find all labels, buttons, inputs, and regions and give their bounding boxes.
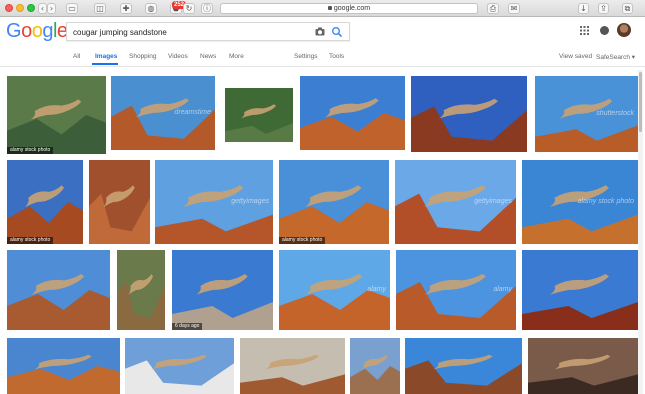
image-thumbnail xyxy=(7,99,106,154)
scrollbar-thumb[interactable] xyxy=(639,72,642,132)
image-result[interactable] xyxy=(411,76,527,152)
watermark-text: gettyimages xyxy=(474,197,512,205)
tab-images[interactable]: Images xyxy=(95,53,117,60)
logo-letter: G xyxy=(6,20,22,42)
image-thumbnail xyxy=(125,354,234,394)
image-thumbnail xyxy=(528,354,638,394)
info-icon[interactable]: ⓘ xyxy=(201,3,213,14)
sidebar-icon[interactable]: ▭ xyxy=(66,3,78,14)
image-result[interactable] xyxy=(522,250,638,330)
image-thumbnail xyxy=(350,354,400,394)
image-result[interactable]: gettyimages xyxy=(395,160,516,244)
fullscreen-window-button[interactable] xyxy=(27,4,35,12)
forward-button[interactable]: › xyxy=(47,3,56,14)
divider xyxy=(0,66,645,67)
image-thumbnail xyxy=(7,185,83,244)
watermark-text: alamy xyxy=(493,286,512,293)
image-thumbnail xyxy=(411,98,527,152)
watermark-text: gettyimages xyxy=(231,197,269,205)
image-source-label: alamy stock photo xyxy=(279,237,326,244)
tab-all[interactable]: All xyxy=(73,53,80,60)
image-result[interactable] xyxy=(125,338,234,394)
image-result[interactable]: dreamstime xyxy=(111,76,215,150)
back-button[interactable]: ‹ xyxy=(38,3,47,14)
minimize-window-button[interactable] xyxy=(16,4,24,12)
print-icon[interactable]: ⎙ xyxy=(487,3,499,14)
image-result[interactable]: shutterstock xyxy=(535,76,638,152)
search-box[interactable] xyxy=(66,22,350,41)
address-bar[interactable]: google.com xyxy=(220,3,478,14)
tools-link[interactable]: Tools xyxy=(329,53,344,60)
image-result[interactable]: alamy stock photo xyxy=(7,76,106,154)
image-result[interactable] xyxy=(89,160,150,244)
close-window-button[interactable] xyxy=(5,4,13,12)
image-result[interactable] xyxy=(528,338,638,394)
image-thumbnail xyxy=(405,354,522,394)
image-result[interactable] xyxy=(117,250,165,330)
image-result[interactable] xyxy=(350,338,400,394)
active-tab-indicator xyxy=(92,63,118,65)
settings-link[interactable]: Settings xyxy=(294,53,318,60)
lock-icon xyxy=(327,6,332,10)
image-thumbnail xyxy=(522,274,638,330)
download-icon[interactable]: ↓ xyxy=(578,3,589,14)
image-source-label: alamy stock photo xyxy=(7,237,54,244)
image-source-label: 6 days ago xyxy=(172,323,203,330)
apps-grid-icon[interactable] xyxy=(580,26,589,35)
logo-letter: o xyxy=(31,20,43,42)
watermark-text: shutterstock xyxy=(596,110,634,118)
share-icon[interactable]: ⇪ xyxy=(598,3,609,14)
image-thumbnail xyxy=(117,274,165,330)
image-result[interactable]: gettyimages xyxy=(155,160,273,244)
refresh-icon[interactable]: ↻ xyxy=(183,3,195,14)
image-thumbnail xyxy=(300,98,405,150)
image-source-label: alamy stock photo xyxy=(7,147,54,154)
image-result[interactable]: alamy stock photo xyxy=(279,160,389,244)
image-thumbnail xyxy=(7,274,110,330)
extension-icon[interactable]: ◫ xyxy=(94,3,106,14)
shield-icon[interactable]: ◍ xyxy=(145,3,157,14)
image-thumbnail xyxy=(279,185,389,244)
image-thumbnail xyxy=(240,354,345,394)
tabs-overview-icon[interactable]: ⧉ xyxy=(622,3,633,14)
camera-icon[interactable] xyxy=(315,27,325,36)
image-result[interactable] xyxy=(240,338,345,394)
tab-videos[interactable]: Videos xyxy=(168,53,188,60)
image-result[interactable]: alamy xyxy=(396,250,516,330)
image-result[interactable]: alamy xyxy=(279,250,390,330)
image-result[interactable] xyxy=(300,76,405,150)
image-result[interactable]: alamy stock photo xyxy=(522,160,638,244)
search-icon[interactable] xyxy=(331,26,343,38)
mail-icon[interactable]: ✉ xyxy=(508,3,520,14)
google-logo[interactable]: Google xyxy=(6,20,68,43)
image-result[interactable]: 6 days ago xyxy=(172,250,273,330)
url-text: google.com xyxy=(333,5,371,12)
watermark-text: alamy stock photo xyxy=(577,197,634,205)
avatar[interactable] xyxy=(617,23,631,37)
browser-toolbar: ‹ › ▭ ◫ ✚ ◍ ⬣ 252 ↻ ⓘ google.com ⎙ ✉ ↓ ⇪… xyxy=(0,0,645,17)
watermark-text: dreamstime xyxy=(174,109,211,117)
view-saved-link[interactable]: View saved xyxy=(559,53,592,60)
image-thumbnail xyxy=(225,104,293,142)
image-thumbnail xyxy=(7,354,120,394)
search-input[interactable] xyxy=(73,26,303,38)
image-result[interactable] xyxy=(7,250,110,330)
image-result[interactable] xyxy=(7,338,120,394)
logo-letter: g xyxy=(42,20,53,42)
puzzle-icon[interactable]: ✚ xyxy=(120,3,132,14)
image-thumbnail xyxy=(89,185,150,244)
image-result[interactable] xyxy=(405,338,522,394)
tab-more[interactable]: More xyxy=(229,53,244,60)
logo-letter: o xyxy=(21,20,32,42)
notifications-icon[interactable] xyxy=(600,26,609,35)
tab-news[interactable]: News xyxy=(200,53,216,60)
tab-shopping[interactable]: Shopping xyxy=(129,53,156,60)
watermark-text: alamy xyxy=(367,286,386,293)
safesearch-dropdown[interactable]: SafeSearch ▾ xyxy=(596,53,635,61)
image-thumbnail xyxy=(172,274,273,330)
image-result[interactable] xyxy=(225,88,293,142)
image-result[interactable]: alamy stock photo xyxy=(7,160,83,244)
